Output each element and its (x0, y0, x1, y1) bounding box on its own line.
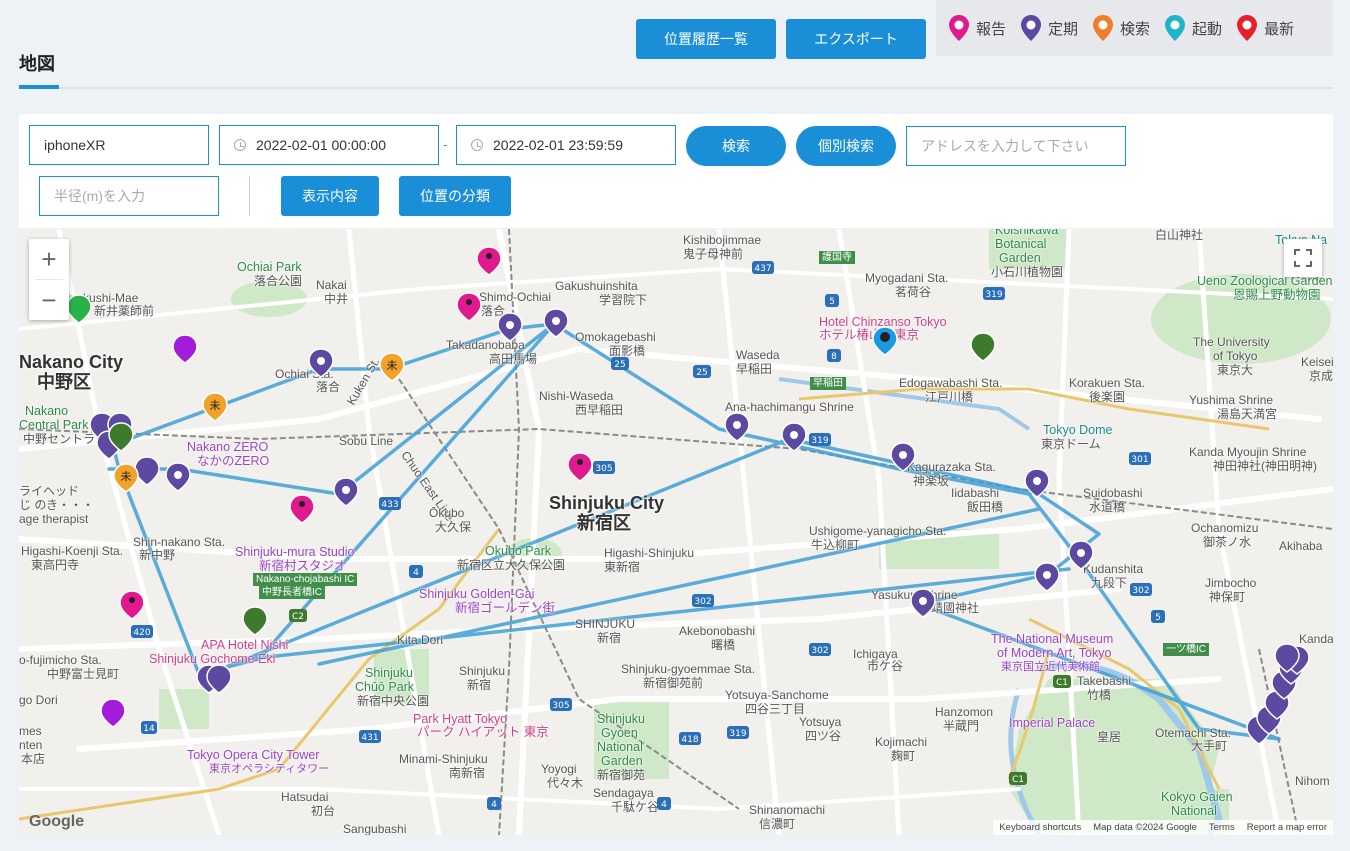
legend-item-report: 報告 (948, 14, 1006, 42)
title-underline (19, 85, 59, 89)
svg-text:418: 418 (681, 735, 698, 745)
radius-input[interactable]: 半径(m)を入力 (39, 176, 219, 216)
svg-text:420: 420 (133, 628, 150, 638)
svg-text:431: 431 (361, 733, 378, 743)
fullscreen-button[interactable] (1284, 239, 1322, 277)
svg-text:4: 4 (661, 800, 667, 810)
legend-item-periodic: 定期 (1020, 14, 1078, 42)
marker-label: 未 (387, 359, 398, 372)
svg-text:25: 25 (614, 360, 625, 370)
date-separator: - (443, 136, 448, 152)
display-content-button[interactable]: 表示内容 (281, 176, 379, 216)
legend-item-latest: 最新 (1236, 14, 1294, 42)
svg-text:5: 5 (1155, 613, 1161, 623)
location-history-button[interactable]: 位置履歴一覧 (636, 19, 776, 59)
svg-text:305: 305 (595, 464, 612, 474)
svg-text:25: 25 (696, 368, 707, 378)
svg-text:5: 5 (829, 297, 835, 307)
svg-text:4: 4 (413, 568, 419, 578)
page-title: 地図 (19, 54, 55, 74)
pin-icon (1165, 15, 1186, 41)
svg-text:302: 302 (811, 646, 828, 656)
legend-item-search: 検索 (1092, 14, 1150, 42)
map-canvas[interactable]: Nakano City 中野区 Shinjuku City 新宿区 Ochiai… (19, 229, 1333, 835)
marker-label: 未 (210, 399, 221, 412)
svg-text:319: 319 (811, 436, 828, 446)
export-button[interactable]: エクスポート (786, 19, 926, 59)
address-input[interactable]: アドレスを入力して下さい (906, 126, 1126, 166)
individual-search-button[interactable]: 個別検索 (796, 126, 896, 166)
map-attribution: Keyboard shortcuts Map data ©2024 Google… (993, 820, 1333, 835)
fullscreen-icon (1294, 249, 1312, 267)
svg-text:319: 319 (729, 729, 746, 739)
zoom-control: + − (29, 239, 69, 320)
svg-text:C2: C2 (292, 612, 304, 622)
svg-text:301: 301 (1131, 455, 1148, 465)
svg-text:437: 437 (754, 264, 771, 274)
svg-text:305: 305 (552, 701, 569, 711)
svg-text:14: 14 (143, 724, 155, 734)
marker-legend: 報告 定期 検索 起動 最新 (936, 0, 1333, 56)
marker-layer: 未 未 未 25 25 319 437 5 8 319 301 433 305 … (66, 246, 1310, 810)
report-error-link[interactable]: Report a map error (1247, 822, 1327, 833)
start-datetime-field[interactable]: 2022-02-01 00:00:00 (219, 125, 439, 165)
pin-icon (949, 15, 969, 41)
search-button[interactable]: 検索 (686, 126, 786, 166)
svg-text:302: 302 (694, 597, 711, 607)
zoom-in-button[interactable]: + (29, 239, 69, 279)
end-datetime-field[interactable]: 2022-02-01 23:59:59 (456, 125, 676, 165)
clock-icon (234, 139, 246, 151)
svg-text:302: 302 (1132, 586, 1149, 596)
pin-icon (1237, 15, 1258, 41)
clock-icon (471, 139, 483, 151)
pin-icon (1021, 15, 1042, 41)
keyboard-shortcuts-link[interactable]: Keyboard shortcuts (999, 822, 1081, 833)
google-logo: Google (29, 813, 85, 830)
svg-text:C1: C1 (1012, 775, 1024, 785)
svg-text:8: 8 (831, 352, 837, 362)
svg-text:319: 319 (985, 290, 1002, 300)
zoom-out-button[interactable]: − (29, 280, 69, 320)
terms-link[interactable]: Terms (1209, 822, 1235, 833)
svg-text:4: 4 (491, 800, 497, 810)
location-classify-button[interactable]: 位置の分類 (399, 176, 511, 216)
svg-text:433: 433 (381, 500, 398, 510)
legend-item-launch: 起動 (1164, 14, 1222, 42)
title-divider (19, 87, 1333, 89)
marker-label: 未 (121, 470, 132, 483)
device-field[interactable]: iphoneXR (29, 125, 209, 165)
map-data-text: Map data ©2024 Google (1093, 822, 1197, 833)
svg-text:C1: C1 (1056, 678, 1068, 688)
pin-icon (1093, 15, 1114, 41)
filter-divider (249, 176, 250, 216)
